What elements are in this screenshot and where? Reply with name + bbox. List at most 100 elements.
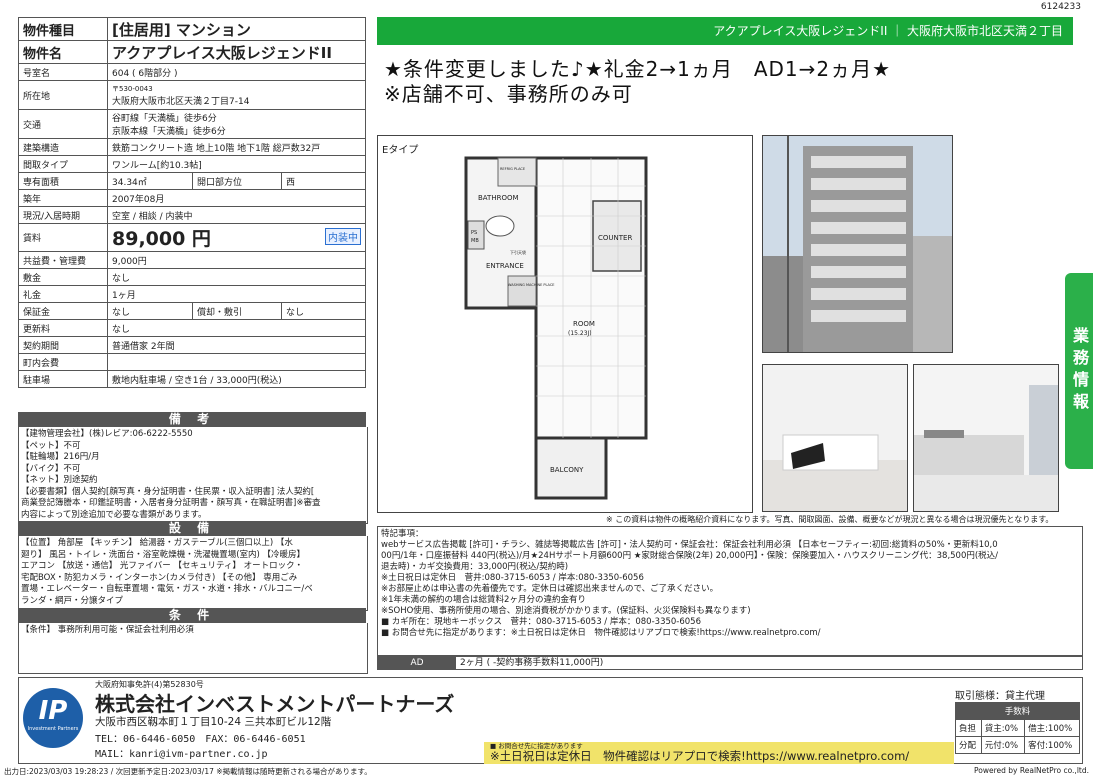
info-value: なし	[107, 268, 366, 286]
text-line: webサービス広告掲載 [許可]・チラシ、雑誌等掲載広告 [許可]・法人契約可・…	[381, 540, 998, 550]
transaction-type: 取引態様：貸主代理	[955, 687, 1045, 702]
info-value: [住居用] マンション	[107, 17, 366, 41]
info-row: 専有面積 34.34㎡ 開口部方位西	[18, 172, 366, 190]
ad-label: AD	[378, 657, 456, 669]
info-sub-label: 開口部方位	[192, 172, 282, 190]
info-sub-value: 西	[281, 172, 366, 190]
info-row: 号室名 604 ( 6階部分 )	[18, 63, 366, 81]
info-label: 現況/入居時期	[18, 206, 108, 224]
text-line: 内容によって別途追加で必要な書類があります。	[21, 509, 207, 520]
info-value: なし	[107, 302, 193, 320]
info-row: 建築構造 鉄筋コンクリート造 地上10階 地下1階 総戸数32戸	[18, 138, 366, 156]
room-photo-kitchen	[913, 364, 1059, 512]
info-row: 礼金 1ヶ月	[18, 285, 366, 303]
company-footer: IP Investment Partners 大阪府知事免許(4)第52830号…	[18, 677, 1083, 764]
text-line: 【ネット】別途契約	[21, 475, 98, 485]
info-value-line1: 〒530-0043	[112, 84, 153, 93]
building-photo	[762, 135, 953, 353]
floorplan-drawing: BATHROOM COUNTER ENTRANCE ROOM (15.23J) …	[464, 156, 648, 500]
fee-row-b: 借主:100%	[1024, 719, 1080, 737]
text-line: ※SOHO使用、事務所使用の場合、別途消費税がかかります。(保証料、火災保険料も…	[381, 606, 751, 616]
info-value-line2: 京阪本線「天満橋」徒歩6分	[112, 127, 226, 137]
fee-row-a: 貸主:0%	[980, 719, 1026, 737]
info-label: 物件名	[18, 40, 108, 64]
text-line: 【位置】 角部屋 【キッチン】 給湯器・ガステーブル(三個口以上) 【水	[21, 538, 293, 548]
info-label: 専有面積	[18, 172, 108, 190]
joken-header: 条 件	[18, 608, 366, 623]
property-info-table: 物件種目 [住居用] マンション 物件名 アクアプレイス大阪レジェンドII 号室名 604…	[18, 17, 366, 388]
text-line: 【ペット】不可	[21, 440, 81, 451]
text-line: 廻り】 風呂・トイレ・洗面台・浴室乾燥機・洗濯機置場(室内) 【冷暖房】	[21, 549, 306, 560]
info-label: 共益費・管理費	[18, 251, 108, 269]
special-notes-title: 特記事項：	[381, 529, 424, 539]
info-label: 所在地	[18, 80, 108, 110]
fp-tenbukuro: 下引天袋	[510, 249, 526, 255]
business-info-tab[interactable]: 業務情報	[1065, 273, 1093, 469]
info-value: 〒530-0043 大阪府大阪市北区天満２丁目7-14	[107, 80, 366, 110]
text-line: 置場・エレベーター・自転車置場・電気・ガス・水道・排水・バルコニー/ベ	[21, 584, 313, 594]
info-label: 建築構造	[18, 138, 108, 156]
info-row: 賃料 89,000 円 内装中	[18, 223, 366, 252]
info-label: 契約期間	[18, 336, 108, 354]
print-date: 出力日:2023/03/03 19:28:23 / 次回更新予定日:2023/0…	[4, 767, 372, 776]
company-logo: IP Investment Partners	[23, 688, 83, 748]
ad-value: 2ヶ月 ( -契約事務手数料11,000円)	[460, 658, 604, 668]
info-row: 更新料 なし	[18, 319, 366, 337]
biko-header: 備 考	[18, 412, 366, 427]
info-value-line2: 大阪府大阪市北区天満２丁目7-14	[112, 96, 250, 107]
property-id: 6124233	[1040, 2, 1081, 12]
info-value-line1: 谷町線「天満橋」徒歩6分	[112, 114, 217, 124]
info-row: 間取タイプ ワンルーム[約10.3帖]	[18, 155, 366, 173]
joken-body: 【条件】 事務所利用可能・保証会社利用必須	[18, 623, 368, 674]
info-row: 敷金 なし	[18, 268, 366, 286]
biko-body: 【建物管理会社】(株)レビア:06-6222-5550 【ペット】不可 【駐輪場】2…	[18, 427, 368, 524]
info-label: 礼金	[18, 285, 108, 303]
contact-notice-big: ※土日祝日は定休日 物件確認はリアプロで検索!https://www.realn…	[490, 749, 910, 763]
fp-ps: PS	[471, 230, 477, 236]
text-line: 退去時)・カギ交換費用：33,000円(税込/契約時)	[381, 562, 569, 572]
fp-washing: WASHING MACHINE PLACE	[508, 283, 555, 287]
fp-entrance: ENTRANCE	[486, 262, 524, 270]
info-row: 町内会費	[18, 353, 366, 371]
headline-restrictions: ※店舗不可、事務所のみ可	[384, 82, 633, 106]
info-label: 間取タイプ	[18, 155, 108, 173]
text-line: ランダ・網戸・分譲タイプ	[21, 595, 124, 606]
fp-counter: COUNTER	[598, 234, 632, 242]
renovation-badge: 内装中	[325, 228, 361, 245]
text-line: 【必要書類】個人契約[顔写真・身分証明書・住民票・収入証明書] 法人契約[	[21, 486, 315, 497]
text-line: 宅配BOX・防犯カメラ・インターホン(カメラ付き) 【その他】 専用ごみ	[21, 572, 298, 583]
text-line: ■ お問合せ先に指定があります：※土日祝日は定休日 物件確認はリアプロで検索!h…	[381, 628, 821, 638]
info-row: 現況/入居時期 空室 / 相談 / 内装中	[18, 206, 366, 224]
info-label: 物件種目	[18, 17, 108, 41]
info-row: 物件種目 [住居用] マンション	[18, 17, 366, 41]
info-row: 築年 2007年08月	[18, 189, 366, 207]
text-line: エアコン 【放送・通信】 光ファイバー 【セキュリティ】 オートロック・	[21, 561, 303, 571]
info-label: 交通	[18, 109, 108, 139]
info-value: 34.34㎡	[107, 172, 193, 190]
ad-row: AD 2ヶ月 ( -契約事務手数料11,000円)	[377, 656, 1083, 670]
fp-balcony: BALCONY	[550, 466, 584, 474]
photo-disclaimer: ※ この資料は物件の概略紹介資料になります。写真、間取図面、設備、概要などが現況…	[606, 515, 1054, 524]
text-line: 00円/1年・口座振替料 440円(税込)/月★24Hサポート月額600円 ★家…	[381, 551, 999, 561]
transaction-type-label: 取引態様：	[955, 691, 1005, 702]
info-label: 駐車場	[18, 370, 108, 388]
setsubi-body: 【位置】 角部屋 【キッチン】 給湯器・ガステーブル(三個口以上) 【水 廻り】 …	[18, 536, 368, 611]
fee-row-b: 客付:100%	[1024, 736, 1080, 754]
info-label: 更新料	[18, 319, 108, 337]
info-label: 保証金	[18, 302, 108, 320]
fee-row-label: 負担	[955, 719, 982, 737]
info-row: 保証金 なし 償却・敷引 なし	[18, 302, 366, 320]
info-value: 604 ( 6階部分 )	[107, 63, 366, 81]
text-line: ■ カギ所在：現地キーボックス 菅井：080-3715-6053 / 岸本：08…	[381, 617, 701, 627]
info-label: 敷金	[18, 268, 108, 286]
text-line: ※土日祝日は定休日 菅井:080-3715-6053 / 岸本:080-3350…	[381, 573, 644, 583]
setsubi-header: 設 備	[18, 521, 366, 536]
info-row: 物件名 アクアプレイス大阪レジェンドII	[18, 40, 366, 64]
fee-row-label: 分配	[955, 736, 982, 754]
company-mail[interactable]: MAIL：kanri@ivm-partner.co.jp	[95, 745, 268, 760]
contact-notice: ■ お問合せ先に指定があります ※土日祝日は定休日 物件確認はリアプロで検索!h…	[484, 742, 954, 764]
powered-by: Powered by RealNetPro co.,ltd.	[974, 766, 1089, 775]
info-value: 9,000円	[107, 251, 366, 269]
info-row: 所在地 〒530-0043 大阪府大阪市北区天満２丁目7-14	[18, 80, 366, 110]
info-label: 賃料	[18, 223, 108, 252]
